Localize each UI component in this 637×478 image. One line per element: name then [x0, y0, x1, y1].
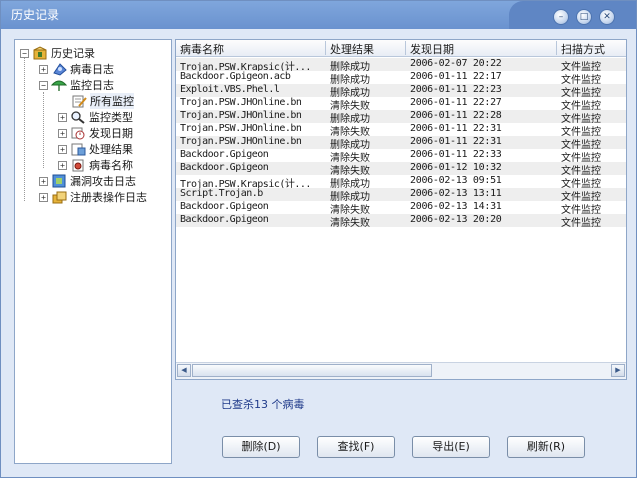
cell-found-date: 2006-01-11 22:33	[410, 149, 502, 160]
collapse-icon[interactable]: −	[39, 80, 48, 90]
column-header-virus-name[interactable]: 病毒名称	[176, 41, 326, 56]
arrow-right-icon: ▶	[615, 366, 621, 374]
table-row[interactable]: Trojan.PSW.Krapsic(计... 删除成功 2006-02-07 20…	[176, 58, 626, 73]
tree-node-virus-name[interactable]: + 病毒名称	[58, 157, 133, 173]
exploit-log-icon	[51, 174, 67, 188]
table-row[interactable]: Trojan.PSW.JHOnline.bn 删除成功 2006-01-11 22:…	[176, 110, 626, 125]
expand-icon[interactable]: +	[39, 176, 48, 186]
result-doc-icon	[70, 142, 86, 156]
cell-virus-name: Backdoor.Gpigeon	[180, 214, 269, 225]
title-bar[interactable]: 历史记录 – □ ✕	[1, 1, 636, 29]
table-row[interactable]: Backdoor.Gpigeon 清除失败 2006-01-12 10:32 文件监控	[176, 162, 626, 177]
expand-icon[interactable]: +	[39, 64, 48, 74]
table-row[interactable]: Trojan.PSW.JHOnline.bn 删除成功 2006-01-11 22:…	[176, 136, 626, 151]
scroll-right-button[interactable]: ▶	[611, 364, 625, 377]
cell-virus-name: Trojan.PSW.JHOnline.bn	[180, 136, 302, 147]
cell-found-date: 2006-02-13 14:31	[410, 201, 502, 212]
cell-virus-name: Trojan.PSW.JHOnline.bn	[180, 123, 302, 134]
cell-virus-name: Trojan.PSW.JHOnline.bn	[180, 97, 302, 108]
tree-node-root[interactable]: − 历史记录	[20, 45, 95, 61]
cell-found-date: 2006-01-11 22:28	[410, 110, 502, 121]
cell-found-date: 2006-02-13 20:20	[410, 214, 502, 225]
title-bar-notch	[509, 1, 636, 29]
virus-log-table[interactable]: 病毒名称 处理结果 发现日期 扫描方式 Trojan.PSW.Krapsic(计…	[175, 39, 627, 380]
table-row[interactable]: Trojan.PSW.Krapsic(计... 删除成功 2006-02-13 09…	[176, 175, 626, 190]
table-row[interactable]: Trojan.PSW.JHOnline.bn 清除失败 2006-01-11 22:…	[176, 123, 626, 138]
table-row[interactable]: Script.Trojan.b 删除成功 2006-02-13 13:11 文件监控	[176, 188, 626, 203]
cell-virus-name: Exploit.VBS.Phel.l	[180, 84, 280, 95]
table-row[interactable]: Trojan.PSW.JHOnline.bn 清除失败 2006-01-11 22:…	[176, 97, 626, 112]
cell-found-date: 2006-01-11 22:17	[410, 71, 502, 82]
expand-icon[interactable]: +	[58, 112, 67, 122]
scroll-thumb[interactable]	[192, 364, 432, 377]
tree-node-found-date[interactable]: + 发现日期	[58, 125, 133, 141]
tree-node-virus-log[interactable]: + 病毒日志	[39, 61, 114, 77]
history-window: 历史记录 – □ ✕ − 历史记录 + 病毒日志 − 监控日志 所有监控 + 监…	[0, 0, 637, 478]
cell-found-date: 2006-02-13 13:11	[410, 188, 502, 199]
virus-log-icon	[51, 62, 67, 76]
column-header-result[interactable]: 处理结果	[326, 41, 406, 56]
cell-found-date: 2006-02-07 20:22	[410, 58, 502, 69]
maximize-icon: □	[579, 12, 589, 22]
minimize-icon: –	[558, 12, 564, 22]
tree-node-registry-log[interactable]: + 注册表操作日志	[39, 189, 147, 205]
expand-icon[interactable]: +	[58, 160, 67, 170]
cell-result: 清除失败	[330, 218, 370, 229]
registry-icon	[51, 190, 67, 204]
tree-guide-line	[43, 92, 44, 168]
status-text: 已查杀13 个病毒	[221, 398, 305, 411]
cell-virus-name: Trojan.PSW.JHOnline.bn	[180, 110, 302, 121]
history-box-icon	[32, 46, 48, 60]
cell-found-date: 2006-01-11 22:27	[410, 97, 502, 108]
expand-icon[interactable]: +	[58, 144, 67, 154]
virus-name-icon	[70, 158, 86, 172]
tree-node-exploit-log[interactable]: + 漏洞攻击日志	[39, 173, 136, 189]
cell-found-date: 2006-01-11 22:23	[410, 84, 502, 95]
clock-calendar-icon	[70, 126, 86, 140]
horizontal-scrollbar[interactable]: ◀ ▶	[176, 362, 626, 379]
maximize-button[interactable]: □	[576, 9, 592, 25]
expand-icon[interactable]: +	[39, 192, 48, 202]
export-button[interactable]: 导出(E)	[412, 436, 490, 458]
cell-found-date: 2006-02-13 09:51	[410, 175, 502, 186]
tree-node-result[interactable]: + 处理结果	[58, 141, 133, 157]
tree-node-all-monitors[interactable]: 所有监控	[71, 93, 134, 109]
table-row[interactable]: Backdoor.Gpigeon.acb 删除成功 2006-01-11 22:17…	[176, 71, 626, 86]
collapse-icon[interactable]: −	[20, 48, 29, 58]
umbrella-icon	[50, 78, 68, 92]
window-title: 历史记录	[11, 8, 60, 22]
magnifier-icon	[70, 110, 86, 124]
column-header-found-date[interactable]: 发现日期	[406, 41, 557, 56]
cell-found-date: 2006-01-11 22:31	[410, 136, 502, 147]
arrow-left-icon: ◀	[181, 366, 187, 374]
cell-scan-method: 文件监控	[561, 218, 601, 229]
cell-virus-name: Backdoor.Gpigeon	[180, 201, 269, 212]
tree-node-monitor-log[interactable]: − 监控日志	[39, 77, 114, 93]
pencil-paper-icon	[71, 94, 87, 108]
table-row[interactable]: Backdoor.Gpigeon 清除失败 2006-02-13 20:20 文件监控	[176, 214, 626, 229]
tree-guide-line	[24, 58, 25, 201]
find-button[interactable]: 查找(F)	[317, 436, 395, 458]
cell-found-date: 2006-01-12 10:32	[410, 162, 502, 173]
table-row[interactable]: Backdoor.Gpigeon 清除失败 2006-01-11 22:33 文件监控	[176, 149, 626, 164]
log-tree-panel: − 历史记录 + 病毒日志 − 监控日志 所有监控 + 监控类型 + 发现日期 …	[14, 39, 172, 464]
scroll-left-button[interactable]: ◀	[177, 364, 191, 377]
tree-node-monitor-type[interactable]: + 监控类型	[58, 109, 133, 125]
cell-virus-name: Backdoor.Gpigeon	[180, 149, 269, 160]
column-header-scan-method[interactable]: 扫描方式	[557, 41, 626, 56]
close-button[interactable]: ✕	[599, 9, 615, 25]
close-icon: ✕	[603, 12, 611, 22]
expand-icon[interactable]: +	[58, 128, 67, 138]
table-header: 病毒名称 处理结果 发现日期 扫描方式	[176, 40, 626, 57]
cell-found-date: 2006-01-11 22:31	[410, 123, 502, 134]
cell-virus-name: Backdoor.Gpigeon	[180, 162, 269, 173]
refresh-button[interactable]: 刷新(R)	[507, 436, 585, 458]
minimize-button[interactable]: –	[553, 9, 569, 25]
table-row[interactable]: Backdoor.Gpigeon 清除失败 2006-02-13 14:31 文件监控	[176, 201, 626, 216]
cell-virus-name: Backdoor.Gpigeon.acb	[180, 71, 291, 82]
cell-virus-name: Script.Trojan.b	[180, 188, 263, 199]
delete-button[interactable]: 删除(D)	[222, 436, 300, 458]
table-row[interactable]: Exploit.VBS.Phel.l 删除成功 2006-01-11 22:23 文件…	[176, 84, 626, 99]
